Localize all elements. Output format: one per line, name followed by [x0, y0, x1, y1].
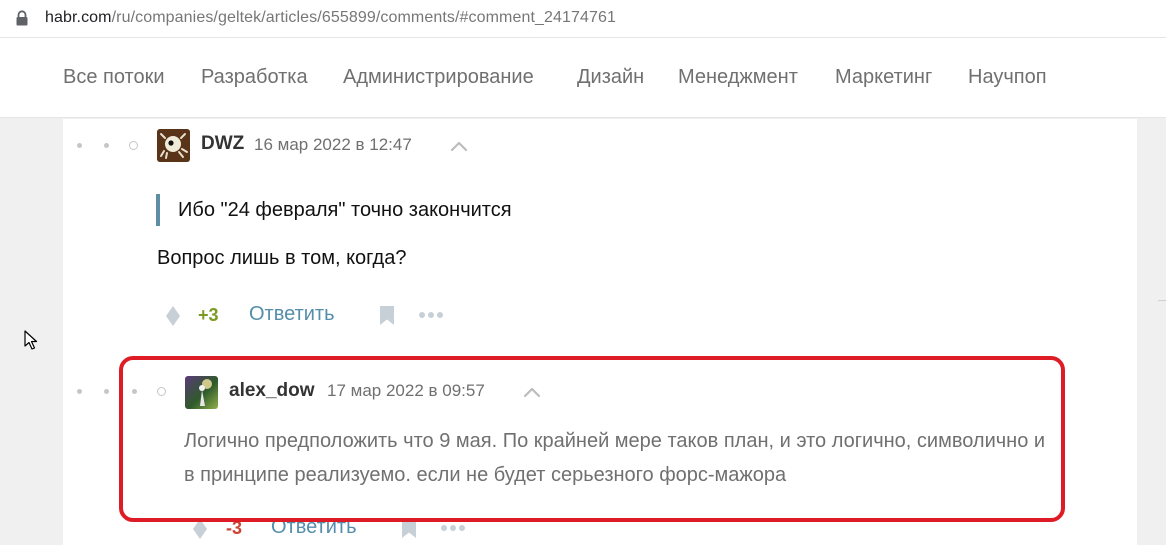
comment-username[interactable]: DWZ [201, 133, 244, 155]
vote-icon[interactable] [165, 305, 181, 327]
thread-level-dot [77, 143, 82, 148]
comment-date[interactable]: 17 мар 2022 в 09:57 [327, 381, 485, 401]
comment-score: -3 [226, 518, 243, 538]
comment-quote: Ибо "24 февраля" точно закончится [156, 194, 512, 226]
thread-level-ring [157, 387, 166, 396]
comment-text: Логично предположить что 9 мая. По крайн… [184, 430, 1046, 486]
comment-score: +3 [198, 305, 219, 325]
thread-level-dot [104, 143, 109, 148]
nav-item-management[interactable]: Менеджмент [678, 66, 798, 89]
thread-level-dot [77, 389, 82, 394]
thread-level-dot [104, 389, 109, 394]
nav-item-design[interactable]: Дизайн [577, 66, 644, 89]
url-text[interactable]: habr.com/ru/companies/geltek/articles/65… [45, 9, 616, 27]
bookmark-icon[interactable] [379, 305, 395, 326]
mouse-cursor-icon [24, 330, 38, 350]
scroll-edge [1158, 300, 1166, 301]
bookmark-icon[interactable] [401, 518, 417, 539]
comment-text: Вопрос лишь в том, когда? [157, 247, 407, 269]
browser-window: habr.com/ru/companies/geltek/articles/65… [0, 0, 1166, 545]
thread-level-dot [132, 389, 137, 394]
avatar-alex-dow[interactable] [185, 376, 218, 409]
address-bar[interactable]: habr.com/ru/companies/geltek/articles/65… [0, 0, 1166, 38]
reply-button[interactable]: Ответить [271, 516, 357, 539]
reply-button[interactable]: Ответить [249, 303, 335, 326]
more-icon[interactable] [418, 311, 444, 319]
nav-item-development[interactable]: Разработка [201, 66, 308, 89]
url-path: /ru/companies/geltek/articles/655899/com… [111, 9, 616, 26]
nav-item-all-flows[interactable]: Все потоки [63, 66, 165, 89]
comment-date[interactable]: 16 мар 2022 в 12:47 [254, 135, 412, 155]
comment-username[interactable]: alex_dow [229, 380, 315, 402]
nav-item-popular-science[interactable]: Научпоп [968, 66, 1047, 89]
lock-icon[interactable] [15, 10, 29, 26]
avatar-dwz[interactable] [157, 129, 190, 162]
url-host: habr.com [45, 9, 112, 26]
caret-up-icon[interactable] [523, 386, 541, 398]
nav-item-marketing[interactable]: Маркетинг [835, 66, 932, 89]
top-navigation: Все потоки Разработка Администрирование … [0, 38, 1166, 118]
caret-up-icon[interactable] [450, 140, 468, 152]
more-icon[interactable] [440, 524, 466, 532]
nav-item-administration[interactable]: Администрирование [343, 66, 534, 89]
thread-level-ring [129, 141, 138, 150]
vote-icon[interactable] [192, 518, 208, 540]
